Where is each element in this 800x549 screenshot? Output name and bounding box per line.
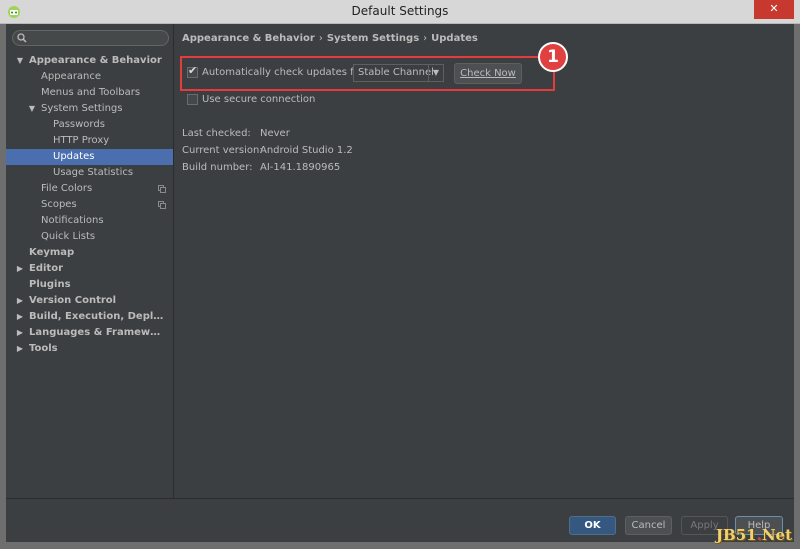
sidebar-item-passwords[interactable]: Passwords [6, 117, 173, 133]
breadcrumb-part[interactable]: System Settings [327, 33, 419, 44]
expanded-arrow-icon[interactable]: ▼ [27, 101, 37, 117]
sidebar-item-appearance-behavior[interactable]: ▼ Appearance & Behavior [6, 53, 173, 69]
window-titlebar: Default Settings ✕ [0, 0, 800, 24]
sidebar-item-label: Updates [53, 151, 95, 162]
sidebar-item-menus-and-toolbars[interactable]: Menus and Toolbars [6, 85, 173, 101]
sidebar-item-label: Scopes [41, 199, 77, 210]
update-channel-select[interactable]: Stable Channel ▼ [353, 64, 444, 82]
dialog-footer: OK Cancel Apply Help [6, 498, 794, 542]
collapsed-arrow-icon[interactable]: ▶ [15, 341, 25, 357]
sidebar-item-label: Keymap [29, 247, 75, 258]
sidebar-item-label: Editor [29, 263, 63, 274]
sidebar-item-tools[interactable]: ▶ Tools [6, 341, 173, 357]
breadcrumb-part: Updates [431, 33, 478, 44]
sidebar-item-usage-statistics[interactable]: Usage Statistics [6, 165, 173, 181]
auto-check-checkbox[interactable]: ✔ [187, 64, 198, 78]
build-number-value: AI-141.1890965 [260, 162, 341, 173]
sidebar-item-file-colors[interactable]: File Colors [6, 181, 173, 197]
search-icon [17, 33, 27, 43]
last-checked-value: Never [260, 128, 290, 139]
sidebar-item-build-execution-deployme[interactable]: ▶ Build, Execution, Deployme... [6, 309, 173, 325]
settings-dialog: ▼ Appearance & Behavior Appearance Menus an… [6, 24, 794, 542]
watermark-logo: JB51.Net [716, 526, 792, 544]
breadcrumb-part[interactable]: Appearance & Behavior [182, 33, 315, 44]
sidebar-item-label: Passwords [53, 119, 105, 130]
secure-connection-label[interactable]: Use secure connection [202, 94, 315, 105]
sidebar-item-label: Build, Execution, Deployme... [29, 311, 166, 322]
copy-settings-icon [158, 185, 166, 193]
sidebar-item-label: Tools [29, 343, 58, 354]
build-number-label: Build number: [182, 162, 253, 173]
sidebar-item-editor[interactable]: ▶ Editor [6, 261, 173, 277]
sidebar-item-label: Menus and Toolbars [41, 87, 141, 98]
sidebar-item-keymap[interactable]: Keymap [6, 245, 173, 261]
sidebar-item-label: Plugins [29, 279, 71, 290]
sidebar-item-plugins[interactable]: Plugins [6, 277, 173, 293]
breadcrumb-separator: › [318, 33, 323, 44]
sidebar-item-label: File Colors [41, 183, 93, 194]
updates-panel: Appearance & Behavior › System Settings › Up… [175, 24, 794, 498]
window-close-button[interactable]: ✕ [754, 0, 794, 19]
settings-tree: ▼ Appearance & Behavior Appearance Menus an… [6, 53, 173, 357]
sidebar-item-label: System Settings [41, 103, 123, 114]
sidebar-item-appearance[interactable]: Appearance [6, 69, 173, 85]
copy-settings-icon [158, 201, 166, 209]
collapsed-arrow-icon[interactable]: ▶ [15, 309, 25, 325]
breadcrumb-separator: › [423, 33, 428, 44]
ok-button[interactable]: OK [569, 516, 616, 535]
update-channel-value: Stable Channel [358, 67, 434, 78]
sidebar-item-label: Version Control [29, 295, 117, 306]
annotation-badge: 1 [538, 42, 568, 72]
sidebar-item-scopes[interactable]: Scopes [6, 197, 173, 213]
sidebar-item-http-proxy[interactable]: HTTP Proxy [6, 133, 173, 149]
window-title: Default Settings [351, 4, 449, 18]
sidebar-item-label: Appearance [41, 71, 102, 82]
sidebar-item-label: Notifications [41, 215, 104, 226]
dropdown-arrow-icon: ▼ [428, 65, 443, 81]
collapsed-arrow-icon[interactable]: ▶ [15, 293, 25, 309]
collapsed-arrow-icon[interactable]: ▶ [15, 261, 25, 277]
sidebar-item-updates[interactable]: Updates [6, 149, 173, 165]
sidebar-item-label: HTTP Proxy [53, 135, 110, 146]
sidebar-item-label: Languages & Frameworks [29, 327, 166, 338]
watermark-text: Net [761, 526, 792, 544]
settings-search-input[interactable] [12, 30, 169, 46]
sidebar-item-version-control[interactable]: ▶ Version Control [6, 293, 173, 309]
settings-sidebar: ▼ Appearance & Behavior Appearance Menus an… [6, 24, 174, 498]
sidebar-item-notifications[interactable]: Notifications [6, 213, 173, 229]
current-version-label: Current version: [182, 145, 263, 156]
cancel-button[interactable]: Cancel [625, 516, 672, 535]
check-now-label: Check Now [460, 68, 516, 79]
last-checked-label: Last checked: [182, 128, 251, 139]
sidebar-item-quick-lists[interactable]: Quick Lists [6, 229, 173, 245]
check-now-button[interactable]: Check Now [454, 63, 522, 84]
sidebar-item-label: Quick Lists [41, 231, 96, 242]
current-version-value: Android Studio 1.2 [260, 145, 353, 156]
expanded-arrow-icon[interactable]: ▼ [15, 53, 25, 69]
collapsed-arrow-icon[interactable]: ▶ [15, 325, 25, 341]
watermark-text: JB51 [715, 526, 757, 544]
sidebar-item-label: Usage Statistics [53, 167, 134, 178]
breadcrumb: Appearance & Behavior › System Settings › Up… [182, 33, 478, 44]
secure-connection-checkbox[interactable] [187, 94, 198, 105]
sidebar-item-languages-frameworks[interactable]: ▶ Languages & Frameworks [6, 325, 173, 341]
sidebar-item-label: Appearance & Behavior [29, 55, 162, 66]
sidebar-item-system-settings[interactable]: ▼ System Settings [6, 101, 173, 117]
checkmark-icon: ✔ [188, 64, 198, 77]
auto-check-label[interactable]: Automatically check updates for [202, 67, 364, 78]
